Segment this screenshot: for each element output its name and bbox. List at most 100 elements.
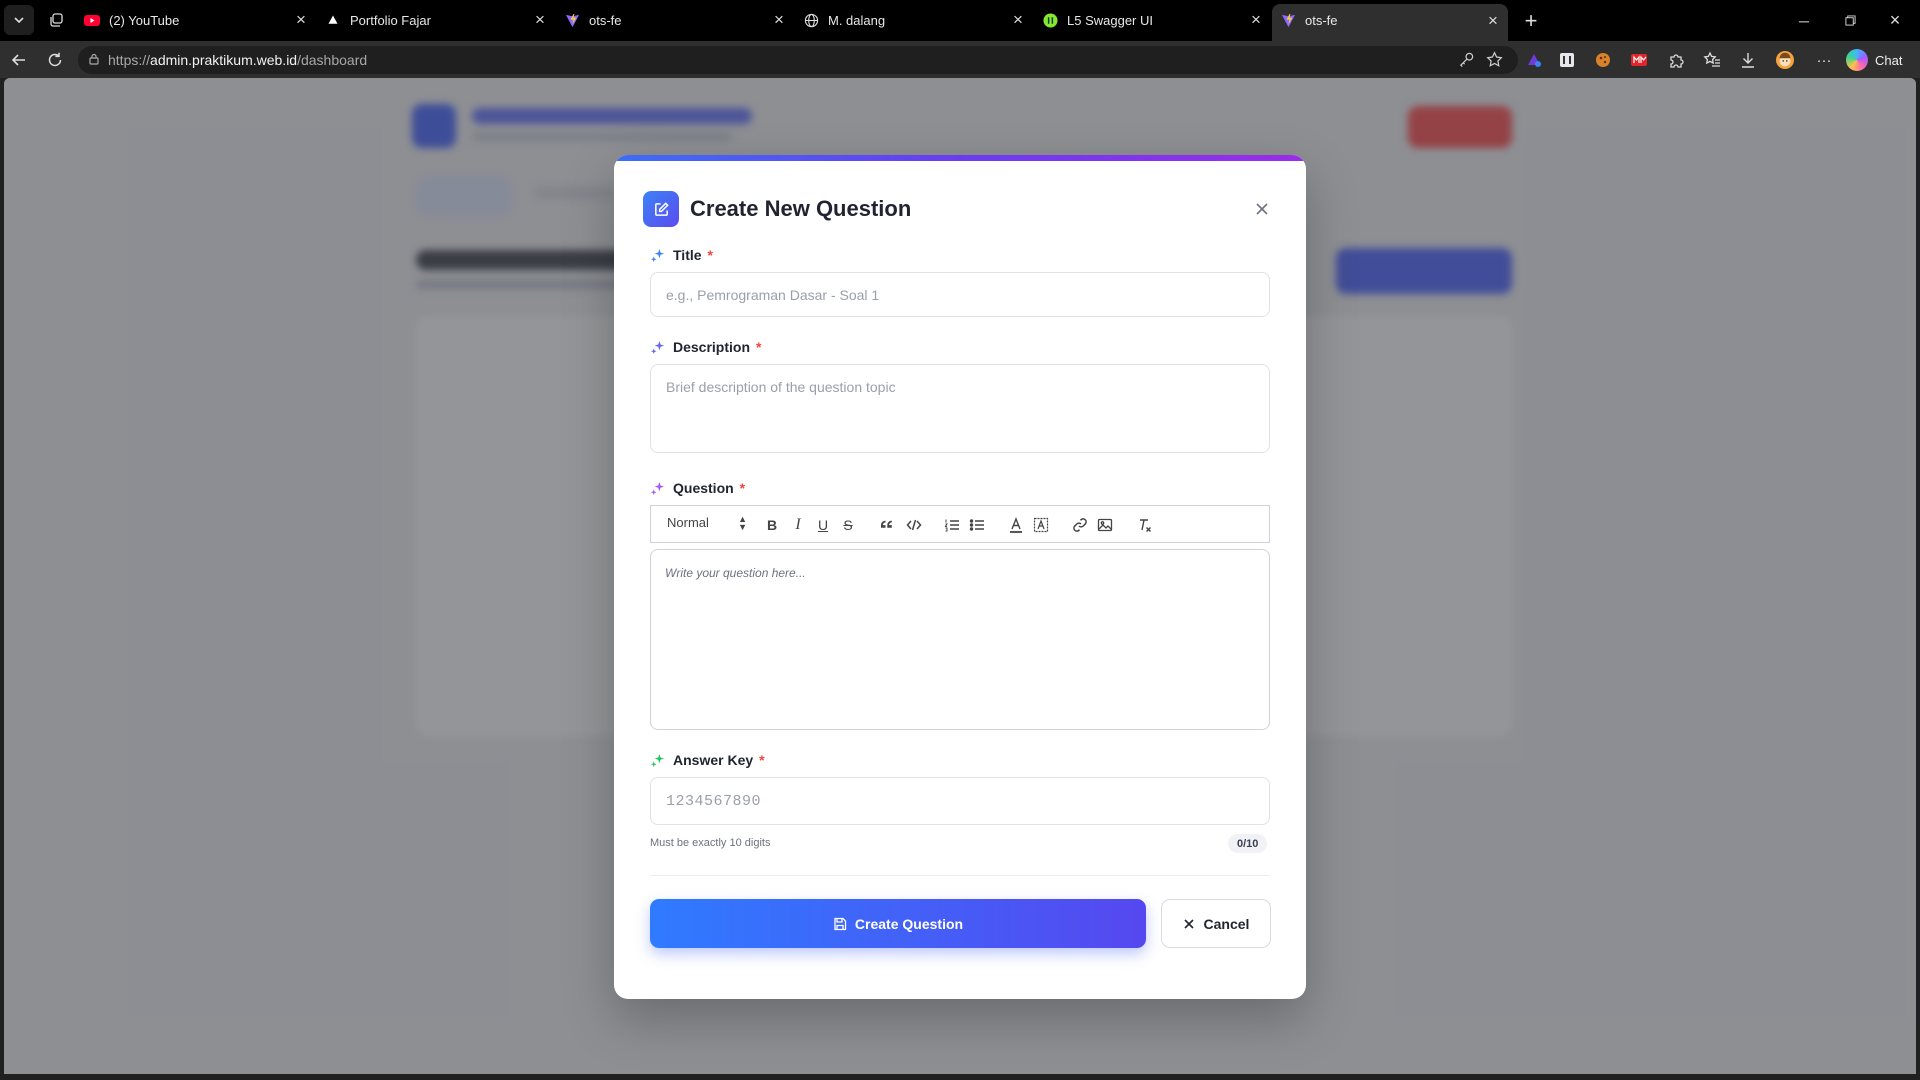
- modal-title: Create New Question: [690, 196, 912, 221]
- background-color-icon[interactable]: [1031, 515, 1051, 535]
- favorite-star-icon[interactable]: [1486, 51, 1503, 73]
- copilot-chat-button[interactable]: Chat: [1846, 49, 1902, 71]
- tab-title: M. dalang: [828, 12, 886, 28]
- title-field: [650, 272, 1270, 317]
- bold-icon[interactable]: B: [762, 515, 782, 535]
- image-icon[interactable]: [1095, 515, 1115, 535]
- lock-icon: [87, 52, 101, 71]
- cookie-extension-icon[interactable]: [1593, 50, 1613, 70]
- answer-key-field: [650, 777, 1270, 825]
- new-tab-icon[interactable]: +: [1518, 8, 1544, 34]
- blockquote-icon[interactable]: [878, 515, 898, 535]
- required-mark: *: [756, 339, 762, 355]
- tab-close-icon[interactable]: ×: [770, 10, 788, 29]
- more-options-icon[interactable]: ···: [1814, 50, 1834, 70]
- cancel-button[interactable]: Cancel: [1161, 899, 1271, 948]
- profile-avatar-icon[interactable]: [1775, 50, 1795, 70]
- answer-key-hint: Must be exactly 10 digits: [650, 837, 771, 849]
- tab-close-icon[interactable]: ×: [292, 10, 310, 29]
- answer-key-input[interactable]: [651, 778, 1269, 824]
- ordered-list-icon[interactable]: [942, 515, 962, 535]
- back-icon[interactable]: [8, 49, 30, 71]
- close-icon: [1183, 918, 1194, 929]
- description-field: [650, 364, 1270, 453]
- tab-close-icon[interactable]: ×: [531, 10, 549, 29]
- modal-accent-bar: [614, 155, 1306, 161]
- tab-ots-fe[interactable]: ots-fe ×: [564, 4, 788, 36]
- tab-title: (2) YouTube: [109, 12, 180, 28]
- strikethrough-icon[interactable]: S: [838, 515, 858, 535]
- code-icon[interactable]: [904, 515, 924, 535]
- close-icon[interactable]: [1250, 197, 1274, 221]
- cancel-label: Cancel: [1203, 915, 1250, 932]
- description-textarea[interactable]: [651, 365, 1269, 452]
- minimize-icon[interactable]: ─: [1781, 0, 1827, 41]
- select-arrows-icon: ▲ ▼: [738, 514, 747, 532]
- tab-close-icon[interactable]: ×: [1247, 10, 1265, 29]
- browser-tab-strip: (2) YouTube × Portfolio Fajar × ots-fe ×…: [0, 0, 1920, 41]
- url-text: https://admin.praktikum.web.id/dashboard: [108, 52, 367, 68]
- favorites-icon[interactable]: [1702, 50, 1722, 70]
- youtube-icon: [84, 12, 100, 28]
- answer-key-label-text: Answer Key: [673, 752, 754, 768]
- tab-m-dalang[interactable]: M. dalang ×: [803, 4, 1027, 36]
- refresh-icon[interactable]: [44, 49, 66, 71]
- create-question-button[interactable]: Create Question: [650, 899, 1146, 948]
- copilot-icon: [1846, 49, 1868, 71]
- tab-title: L5 Swagger UI: [1067, 12, 1153, 28]
- title-input[interactable]: [651, 273, 1269, 316]
- extensions-puzzle-icon[interactable]: [1666, 50, 1686, 70]
- tab-title: ots-fe: [589, 12, 622, 28]
- extension-purple-icon[interactable]: [1524, 50, 1544, 70]
- tab-portfolio-fajar[interactable]: Portfolio Fajar ×: [325, 4, 549, 36]
- tab-swagger[interactable]: L5 Swagger UI ×: [1042, 4, 1265, 36]
- tab-youtube[interactable]: (2) YouTube ×: [84, 4, 310, 36]
- vite-icon: [564, 12, 580, 28]
- edit-icon: [643, 191, 679, 227]
- red-extension-icon[interactable]: [1629, 50, 1649, 70]
- footer-divider: [650, 875, 1270, 876]
- text-color-icon[interactable]: [1006, 515, 1026, 535]
- browser-toolbar: https://admin.praktikum.web.id/dashboard…: [0, 41, 1920, 78]
- vite-icon: [1280, 13, 1296, 29]
- create-question-modal: Create New Question Title * Description …: [614, 155, 1306, 999]
- answer-key-label: Answer Key *: [650, 752, 765, 768]
- title-label: Title *: [650, 247, 713, 263]
- sparkle-icon: [650, 340, 665, 355]
- page-viewport: Create New Question Title * Description …: [4, 78, 1916, 1074]
- title-label-text: Title: [673, 247, 702, 263]
- question-editor[interactable]: Write your question here...: [650, 549, 1270, 730]
- modal-header: Create New Question: [643, 191, 911, 227]
- rich-text-toolbar: Normal ▲ ▼ B I U S: [650, 505, 1270, 543]
- close-window-icon[interactable]: ×: [1872, 0, 1918, 41]
- link-icon[interactable]: [1070, 515, 1090, 535]
- restore-icon[interactable]: [1827, 0, 1873, 41]
- required-mark: *: [707, 247, 713, 263]
- tab-ots-fe-active[interactable]: ots-fe ×: [1272, 4, 1508, 41]
- clear-format-icon[interactable]: [1135, 515, 1155, 535]
- workspaces-icon[interactable]: [41, 5, 71, 35]
- question-placeholder: Write your question here...: [665, 566, 806, 580]
- address-bar[interactable]: https://admin.praktikum.web.id/dashboard: [78, 46, 1518, 74]
- tab-actions-chevron-icon[interactable]: [4, 5, 34, 35]
- downloads-icon[interactable]: [1738, 50, 1758, 70]
- reader-extension-icon[interactable]: [1557, 50, 1577, 70]
- underline-icon[interactable]: U: [813, 515, 833, 535]
- text-format-value: Normal: [667, 515, 709, 530]
- globe-icon: [803, 12, 819, 28]
- description-label: Description *: [650, 339, 761, 355]
- tab-close-icon[interactable]: ×: [1009, 10, 1027, 29]
- question-label: Question *: [650, 480, 745, 496]
- italic-icon[interactable]: I: [788, 515, 808, 535]
- required-mark: *: [759, 752, 765, 768]
- text-format-select[interactable]: Normal ▲ ▼: [667, 514, 747, 532]
- sparkle-icon: [650, 481, 665, 496]
- required-mark: *: [739, 480, 746, 496]
- tab-close-icon[interactable]: ×: [1484, 11, 1502, 30]
- chat-label: Chat: [1875, 52, 1903, 68]
- swagger-icon: [1042, 12, 1058, 28]
- bullet-list-icon[interactable]: [967, 515, 987, 535]
- tab-title: Portfolio Fajar: [350, 12, 431, 28]
- url-path: /dashboard: [297, 52, 368, 68]
- key-icon[interactable]: [1458, 51, 1475, 73]
